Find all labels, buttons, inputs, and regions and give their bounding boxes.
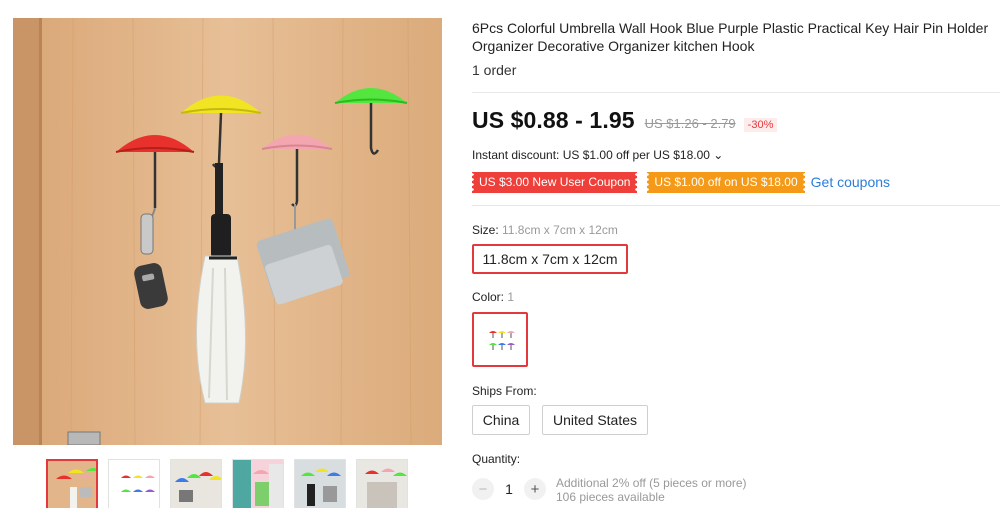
size-label-text: Size: (472, 223, 503, 237)
size-label: Size: 11.8cm x 7cm x 12cm (472, 223, 618, 237)
discount-badge: -30% (743, 118, 778, 132)
size-selected-value: 11.8cm x 7cm x 12cm (502, 223, 618, 237)
size-option-label: 11.8cm x 7cm x 12cm (482, 251, 618, 267)
coupon-row: US $3.00 New User Coupon US $1.00 off on… (471, 171, 890, 193)
color-swatch-image (489, 330, 515, 350)
thumbnail-2[interactable] (108, 459, 160, 508)
thumbnail-image (233, 460, 283, 508)
ships-from-united-states[interactable]: United States (542, 405, 648, 435)
thumbnail-image (357, 460, 407, 508)
increase-quantity-button[interactable]: + (524, 478, 546, 500)
bulk-discount-note: Additional 2% off (5 pieces or more) (556, 476, 747, 490)
order-count: 1 order (472, 62, 517, 78)
stock-available-note: 106 pieces available (556, 490, 665, 504)
ships-from-option-label: China (482, 412, 520, 428)
store-coupon[interactable]: US $1.00 off on US $18.00 (646, 171, 806, 193)
color-label-text: Color: (472, 290, 508, 304)
coupon-notch (635, 171, 639, 193)
thumbnail-3[interactable] (170, 459, 222, 508)
coupon-notch (471, 171, 474, 193)
quantity-stepper: − 1 + (472, 478, 546, 500)
coupon-label: US $3.00 New User Coupon (479, 174, 631, 189)
price-range: US $0.88 - 1.95 (472, 107, 635, 133)
thumbnail-image (109, 460, 159, 508)
thumbnail-image (295, 460, 345, 508)
original-price: US $1.26 - 2.79 (644, 116, 736, 131)
product-info-panel: 6Pcs Colorful Umbrella Wall Hook Blue Pu… (471, 0, 1000, 508)
price-row: US $0.88 - 1.95 US $1.26 - 2.79 -30% (472, 107, 778, 137)
ships-from-china[interactable]: China (472, 405, 530, 435)
decrease-quantity-button[interactable]: − (472, 478, 494, 500)
umbrella-hooks-photo (13, 18, 442, 445)
ships-from-option-label: United States (552, 412, 638, 428)
divider (472, 205, 1000, 206)
get-coupons-link[interactable]: Get coupons (811, 174, 890, 190)
main-product-image[interactable] (13, 18, 442, 445)
divider (472, 92, 1000, 93)
product-title: 6Pcs Colorful Umbrella Wall Hook Blue Pu… (472, 20, 989, 54)
thumbnail-image (171, 460, 221, 508)
coupon-notch (802, 171, 806, 193)
color-selected-value: 1 (507, 290, 515, 304)
thumbnail-image (48, 461, 96, 508)
thumbnail-5[interactable] (294, 459, 346, 508)
thumbnail-4[interactable] (232, 459, 284, 508)
quantity-note: Additional 2% off (5 pieces or more) 106… (556, 476, 747, 504)
quantity-label: Quantity: (472, 452, 521, 466)
color-label: Color: 1 (472, 290, 514, 304)
color-option-1[interactable] (472, 312, 528, 367)
ships-from-label: Ships From: (472, 384, 537, 398)
size-option-11-8cm[interactable]: 11.8cm x 7cm x 12cm (472, 244, 628, 274)
thumbnail-1[interactable] (46, 459, 98, 508)
instant-discount-dropdown[interactable]: Instant discount: US $1.00 off per US $1… (472, 148, 723, 162)
coupon-notch (646, 171, 650, 193)
coupon-label: US $1.00 off on US $18.00 (654, 174, 798, 189)
new-user-coupon[interactable]: US $3.00 New User Coupon (471, 171, 639, 193)
thumbnail-6[interactable] (356, 459, 408, 508)
quantity-value[interactable]: 1 (494, 481, 524, 497)
thumbnail-strip (46, 459, 426, 508)
